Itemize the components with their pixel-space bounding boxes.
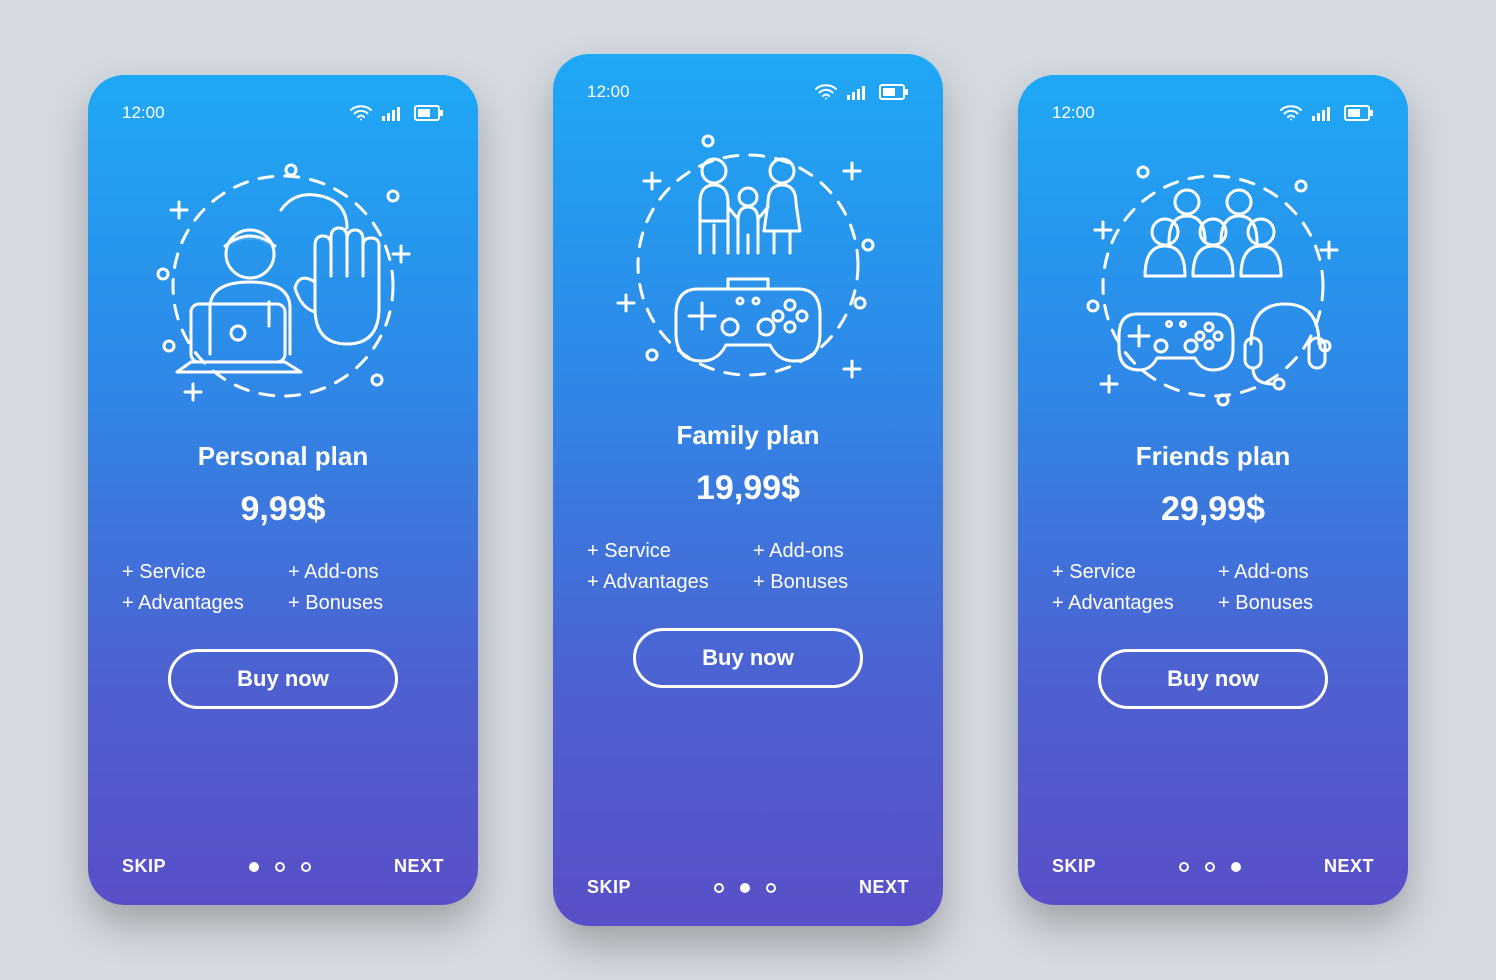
feature-bonuses: + Bonuses <box>753 571 909 594</box>
battery-icon <box>414 105 444 121</box>
feature-advantages: + Advantages <box>587 571 743 594</box>
dot-3[interactable] <box>1231 862 1241 872</box>
signal-icon <box>382 105 404 121</box>
feature-service: + Service <box>122 561 278 584</box>
plan-title: Friends plan <box>1052 441 1374 472</box>
wifi-icon <box>350 105 372 121</box>
features-grid: + Service + Add-ons + Advantages + Bonus… <box>587 540 909 594</box>
bottom-nav: SKIP NEXT <box>122 856 444 877</box>
status-bar: 12:00 <box>122 103 444 123</box>
status-icons <box>1280 105 1374 121</box>
plan-title: Personal plan <box>122 441 444 472</box>
page-dots <box>249 862 311 872</box>
plan-price: 9,99$ <box>122 490 444 529</box>
skip-button[interactable]: SKIP <box>587 877 631 898</box>
next-button[interactable]: NEXT <box>1324 856 1374 877</box>
status-bar: 12:00 <box>1052 103 1374 123</box>
friends-icon <box>1073 146 1353 426</box>
skip-button[interactable]: SKIP <box>122 856 166 877</box>
buy-now-button[interactable]: Buy now <box>1098 649 1328 709</box>
plan-illustration <box>587 120 909 410</box>
plan-title: Family plan <box>587 420 909 451</box>
dot-1[interactable] <box>1179 862 1189 872</box>
dot-3[interactable] <box>766 883 776 893</box>
dot-1[interactable] <box>714 883 724 893</box>
features-grid: + Service + Add-ons + Advantages + Bonus… <box>122 561 444 615</box>
page-dots <box>714 883 776 893</box>
plan-illustration <box>122 141 444 431</box>
status-time: 12:00 <box>1052 103 1095 123</box>
next-button[interactable]: NEXT <box>394 856 444 877</box>
feature-bonuses: + Bonuses <box>288 592 444 615</box>
feature-advantages: + Advantages <box>122 592 278 615</box>
wifi-icon <box>1280 105 1302 121</box>
feature-service: + Service <box>1052 561 1208 584</box>
feature-advantages: + Advantages <box>1052 592 1208 615</box>
status-icons <box>815 84 909 100</box>
status-time: 12:00 <box>587 82 630 102</box>
status-time: 12:00 <box>122 103 165 123</box>
dot-2[interactable] <box>1205 862 1215 872</box>
features-grid: + Service + Add-ons + Advantages + Bonus… <box>1052 561 1374 615</box>
next-button[interactable]: NEXT <box>859 877 909 898</box>
plan-price: 19,99$ <box>587 469 909 508</box>
buy-now-button[interactable]: Buy now <box>633 628 863 688</box>
bottom-nav: SKIP NEXT <box>587 877 909 898</box>
feature-addons: + Add-ons <box>753 540 909 563</box>
signal-icon <box>1312 105 1334 121</box>
bottom-nav: SKIP NEXT <box>1052 856 1374 877</box>
buy-now-button[interactable]: Buy now <box>168 649 398 709</box>
dot-3[interactable] <box>301 862 311 872</box>
feature-bonuses: + Bonuses <box>1218 592 1374 615</box>
feature-addons: + Add-ons <box>288 561 444 584</box>
battery-icon <box>879 84 909 100</box>
dot-1[interactable] <box>249 862 259 872</box>
status-bar: 12:00 <box>587 82 909 102</box>
phone-friends: 12:00 <box>1018 75 1408 905</box>
skip-button[interactable]: SKIP <box>1052 856 1096 877</box>
signal-icon <box>847 84 869 100</box>
dot-2[interactable] <box>275 862 285 872</box>
status-icons <box>350 105 444 121</box>
page-dots <box>1179 862 1241 872</box>
feature-service: + Service <box>587 540 743 563</box>
plan-price: 29,99$ <box>1052 490 1374 529</box>
battery-icon <box>1344 105 1374 121</box>
personal-icon <box>143 146 423 426</box>
dot-2[interactable] <box>740 883 750 893</box>
plan-illustration <box>1052 141 1374 431</box>
phone-family: 12:00 <box>553 54 943 926</box>
wifi-icon <box>815 84 837 100</box>
feature-addons: + Add-ons <box>1218 561 1374 584</box>
phone-personal: 12:00 <box>88 75 478 905</box>
family-icon <box>608 125 888 405</box>
